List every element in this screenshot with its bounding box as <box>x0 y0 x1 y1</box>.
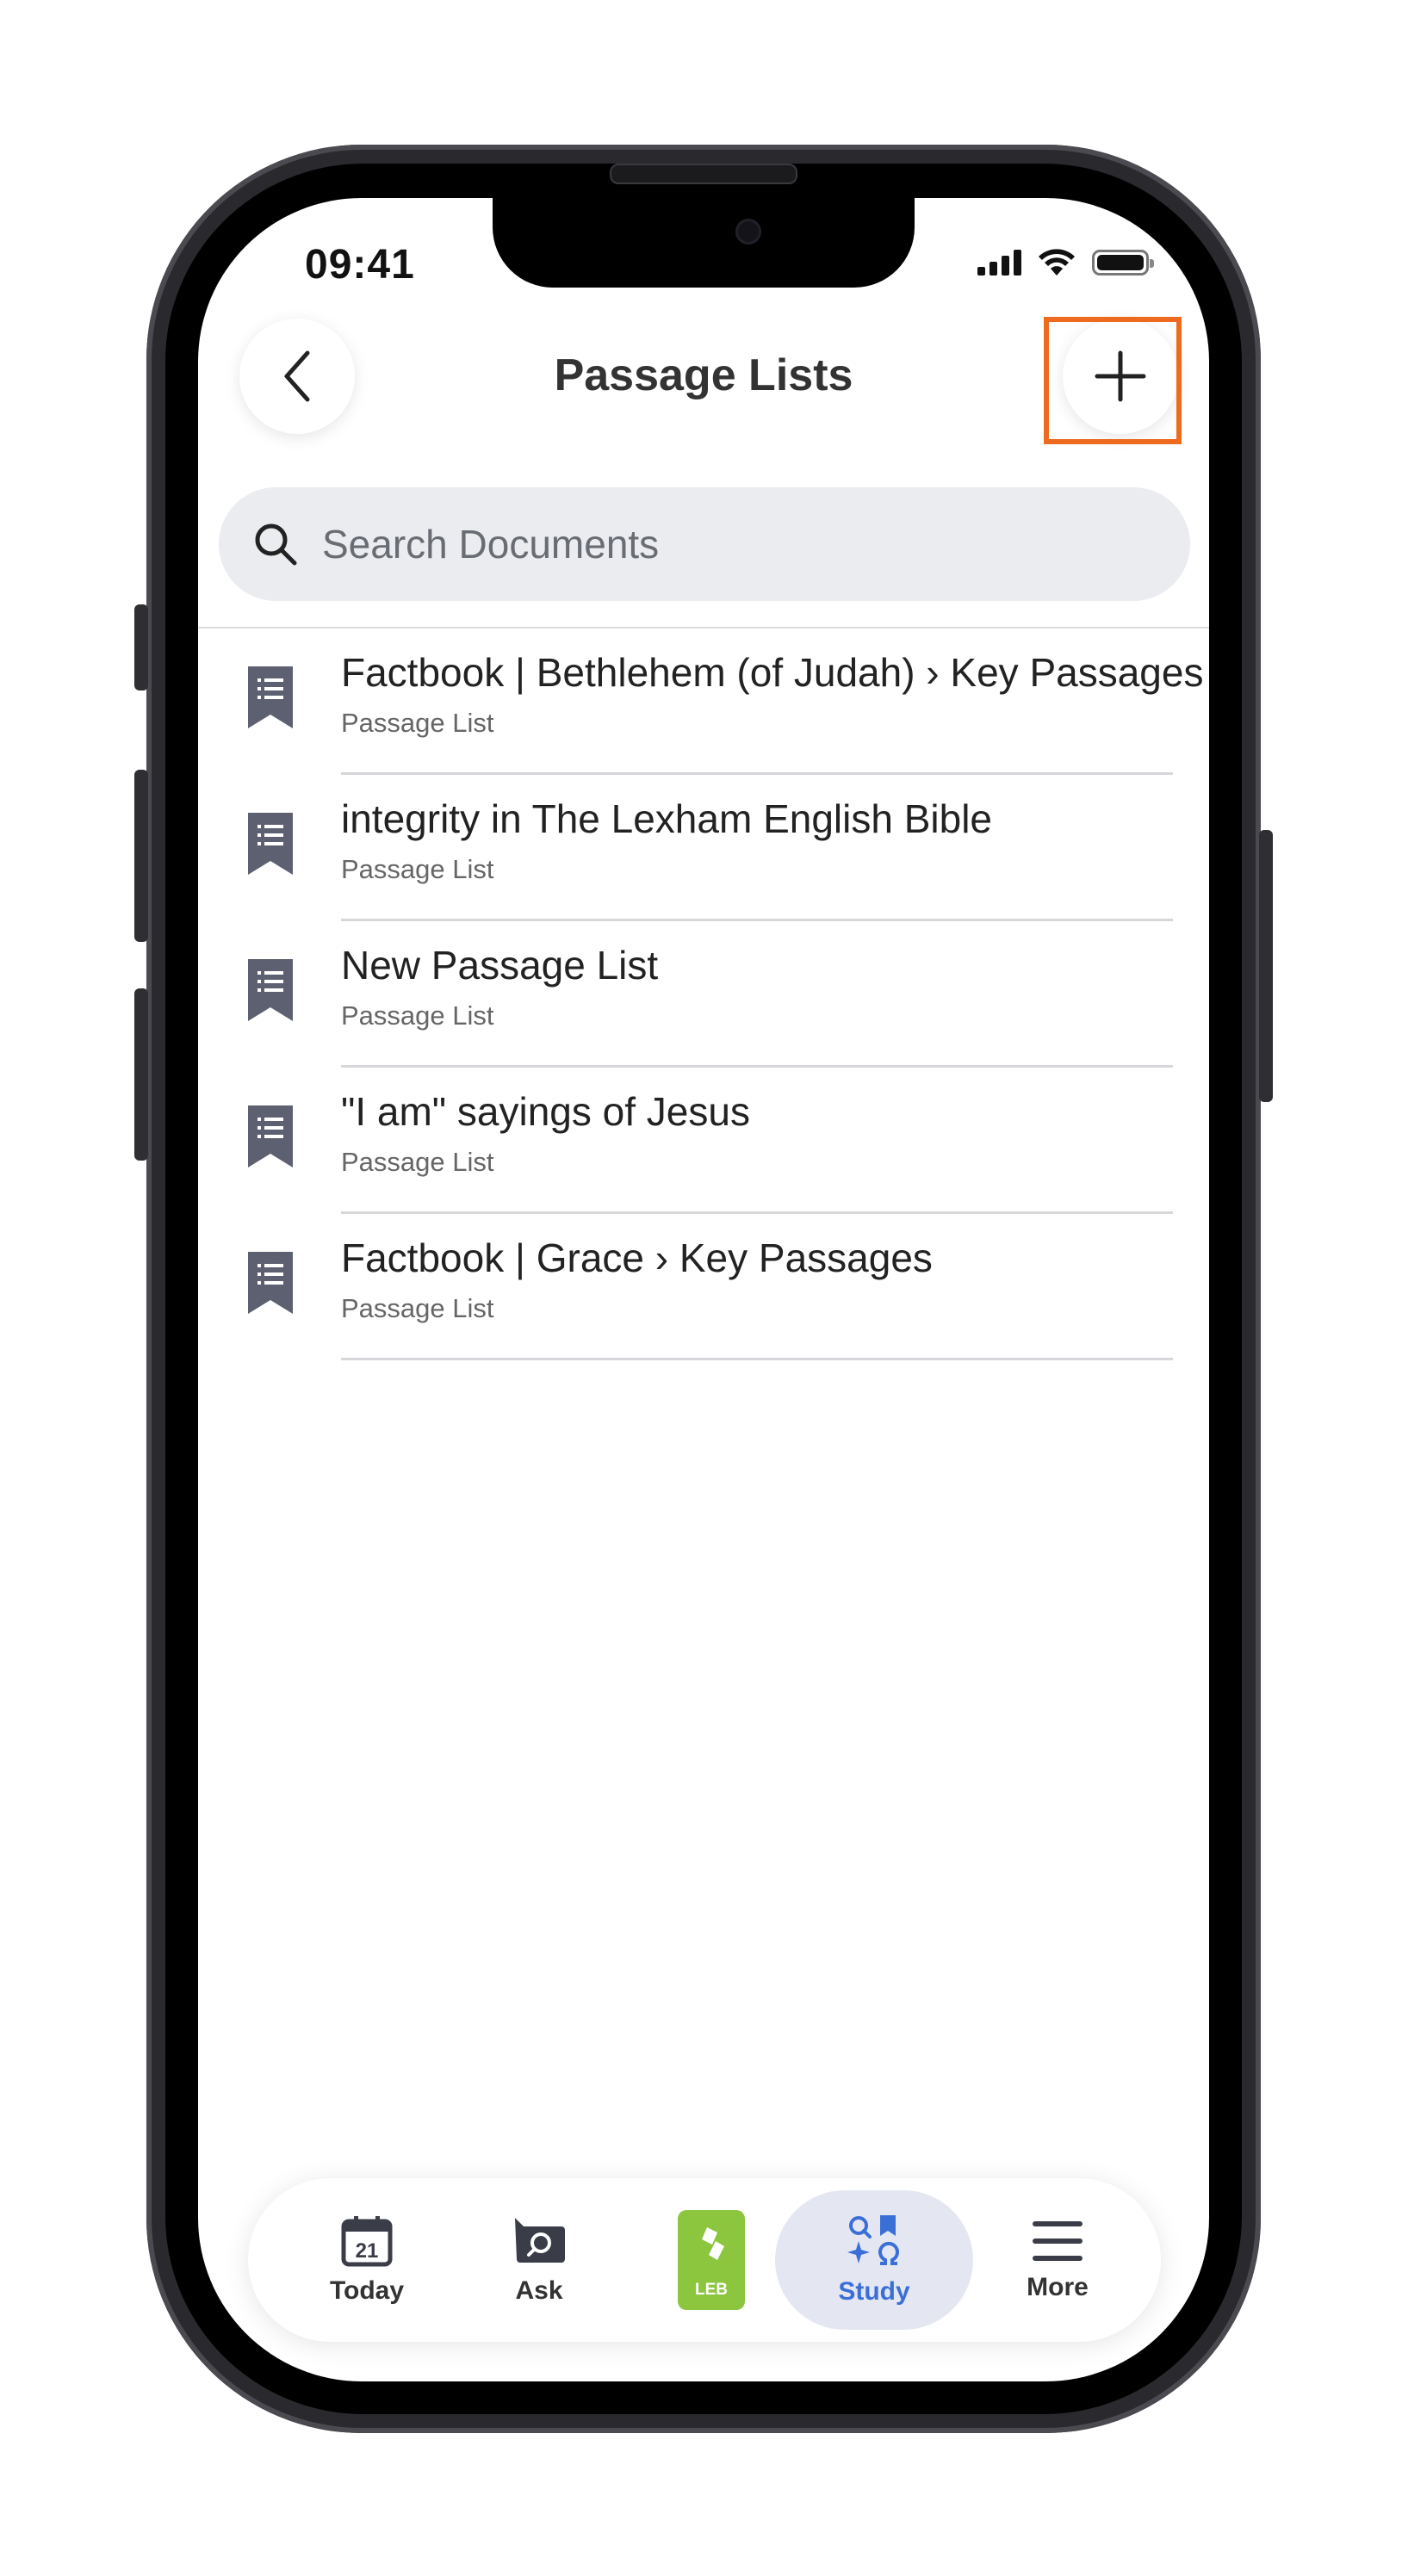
highlight-box <box>1044 317 1182 444</box>
front-camera <box>735 219 761 245</box>
volume-down-button <box>134 988 148 1161</box>
tab-more-label: More <box>1027 2273 1089 2301</box>
volume-up-button <box>134 770 148 942</box>
tab-ask[interactable]: Ask <box>453 2178 625 2342</box>
mute-switch <box>134 604 148 690</box>
list-item[interactable]: Factbook | Grace › Key Passages Passage … <box>198 1214 1209 1360</box>
tab-more[interactable]: More <box>971 2178 1144 2342</box>
list-item-title: New Passage List <box>341 943 659 988</box>
passage-list: Factbook | Bethlehem (of Judah) › Key Pa… <box>198 629 1209 1360</box>
bottom-tab-bar: 21 Today Ask LEB Study More <box>248 2178 1161 2342</box>
speaker-grill <box>610 164 797 184</box>
tab-study-label: Study <box>838 2277 910 2306</box>
list-item-title: Factbook | Bethlehem (of Judah) › Key Pa… <box>341 650 1204 695</box>
list-item-subtitle: Passage List <box>341 1000 494 1031</box>
passage-list-icon <box>248 666 293 728</box>
power-button <box>1259 830 1273 1102</box>
list-divider <box>341 1358 1173 1360</box>
status-icons <box>977 248 1154 277</box>
wifi-icon <box>1039 249 1075 276</box>
list-item-subtitle: Passage List <box>341 854 494 884</box>
list-item-title: integrity in The Lexham English Bible <box>341 796 993 841</box>
list-item[interactable]: integrity in The Lexham English Bible Pa… <box>198 775 1209 921</box>
passage-list-icon <box>248 1105 293 1167</box>
leb-logo-icon <box>702 2227 724 2260</box>
battery-icon <box>1092 250 1154 276</box>
tab-ask-label: Ask <box>515 2276 563 2305</box>
list-item[interactable]: "I am" sayings of Jesus Passage List <box>198 1068 1209 1214</box>
list-item-title: "I am" sayings of Jesus <box>341 1089 750 1134</box>
tab-leb-bible[interactable]: LEB <box>625 2178 797 2342</box>
list-item-subtitle: Passage List <box>341 1147 494 1177</box>
search-icon <box>255 523 297 566</box>
list-item[interactable]: New Passage List Passage List <box>198 921 1209 1068</box>
tab-study[interactable]: Study <box>775 2178 973 2342</box>
tab-today[interactable]: 21 Today <box>281 2178 453 2342</box>
list-item-subtitle: Passage List <box>341 1293 494 1323</box>
study-icon <box>847 2215 899 2265</box>
hamburger-menu-icon <box>1033 2221 1083 2261</box>
cellular-signal-icon <box>977 250 1021 276</box>
leb-label: LEB <box>695 2281 728 2299</box>
notch <box>493 198 915 288</box>
list-item-subtitle: Passage List <box>341 708 494 738</box>
passage-list-icon <box>248 959 293 1021</box>
list-item[interactable]: Factbook | Bethlehem (of Judah) › Key Pa… <box>198 629 1209 775</box>
status-time: 09:41 <box>305 242 415 288</box>
ask-chat-icon <box>515 2218 565 2263</box>
search-bar[interactable] <box>219 487 1190 601</box>
tab-today-label: Today <box>329 2276 405 2305</box>
calendar-icon: 21 <box>341 2216 393 2267</box>
passage-list-icon <box>248 813 293 875</box>
bible-book-icon: LEB <box>678 2210 745 2310</box>
passage-list-icon <box>248 1252 293 1314</box>
calendar-date-number: 21 <box>356 2239 379 2263</box>
search-input[interactable] <box>320 509 1151 579</box>
screen: 09:41 Passage Lists Search Documents Fac… <box>198 198 1209 2381</box>
list-item-title: Factbook | Grace › Key Passages <box>341 1235 933 1280</box>
